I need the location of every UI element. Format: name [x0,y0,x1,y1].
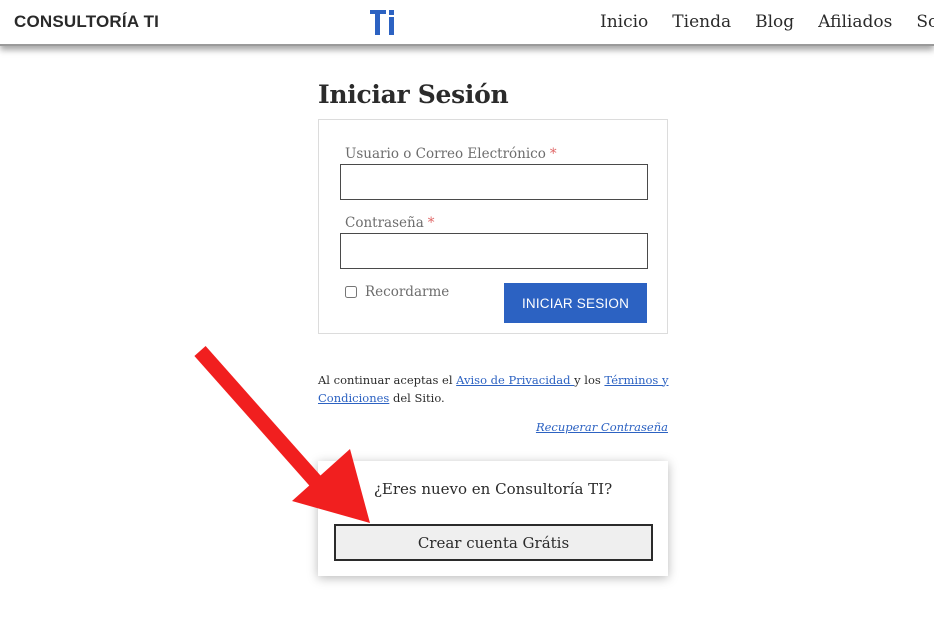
main-nav: Inicio Tienda Blog Afiliados Soporte [600,12,934,32]
nav-inicio[interactable]: Inicio [600,12,648,32]
nav-tienda[interactable]: Tienda [672,12,731,32]
password-label: Contraseña * [345,215,435,231]
register-box: ¿Eres nuevo en Consultoría TI? Crear cue… [318,461,668,576]
required-mark: * [427,215,435,231]
legal-middle: y los [574,372,605,387]
username-label: Usuario o Correo Electrónico * [345,146,557,162]
password-label-text: Contraseña [345,215,424,231]
privacy-link[interactable]: Aviso de Privacidad [456,373,574,387]
username-label-text: Usuario o Correo Electrónico [345,146,546,162]
remember-checkbox[interactable] [345,286,357,298]
page-title: Iniciar Sesión [318,80,509,109]
recover-password-link[interactable]: Recuperar Contraseña [536,420,668,434]
remember-me[interactable]: Recordarme [345,284,449,300]
password-input[interactable] [340,233,648,269]
site-brand[interactable]: CONSULTORÍA TI [14,12,159,32]
register-question: ¿Eres nuevo en Consultoría TI? [373,480,613,498]
remember-label: Recordarme [365,284,450,300]
legal-prefix: Al continuar aceptas el [318,372,457,387]
legal-notice: Al continuar aceptas el Aviso de Privaci… [318,371,678,407]
required-mark: * [549,146,557,162]
username-input[interactable] [340,164,648,200]
create-account-button[interactable]: Crear cuenta Grátis [334,524,653,561]
ti-logo-icon[interactable] [368,8,398,36]
nav-soporte[interactable]: Soporte [916,12,934,32]
login-button[interactable]: INICIAR SESION [504,283,647,323]
nav-afiliados[interactable]: Afiliados [818,12,892,32]
login-form: Usuario o Correo Electrónico * Contraseña… [318,119,668,334]
nav-blog[interactable]: Blog [755,12,794,32]
legal-suffix: del Sitio. [389,390,445,405]
site-header: CONSULTORÍA TI Inicio Tienda Blog Afilia… [0,0,934,46]
